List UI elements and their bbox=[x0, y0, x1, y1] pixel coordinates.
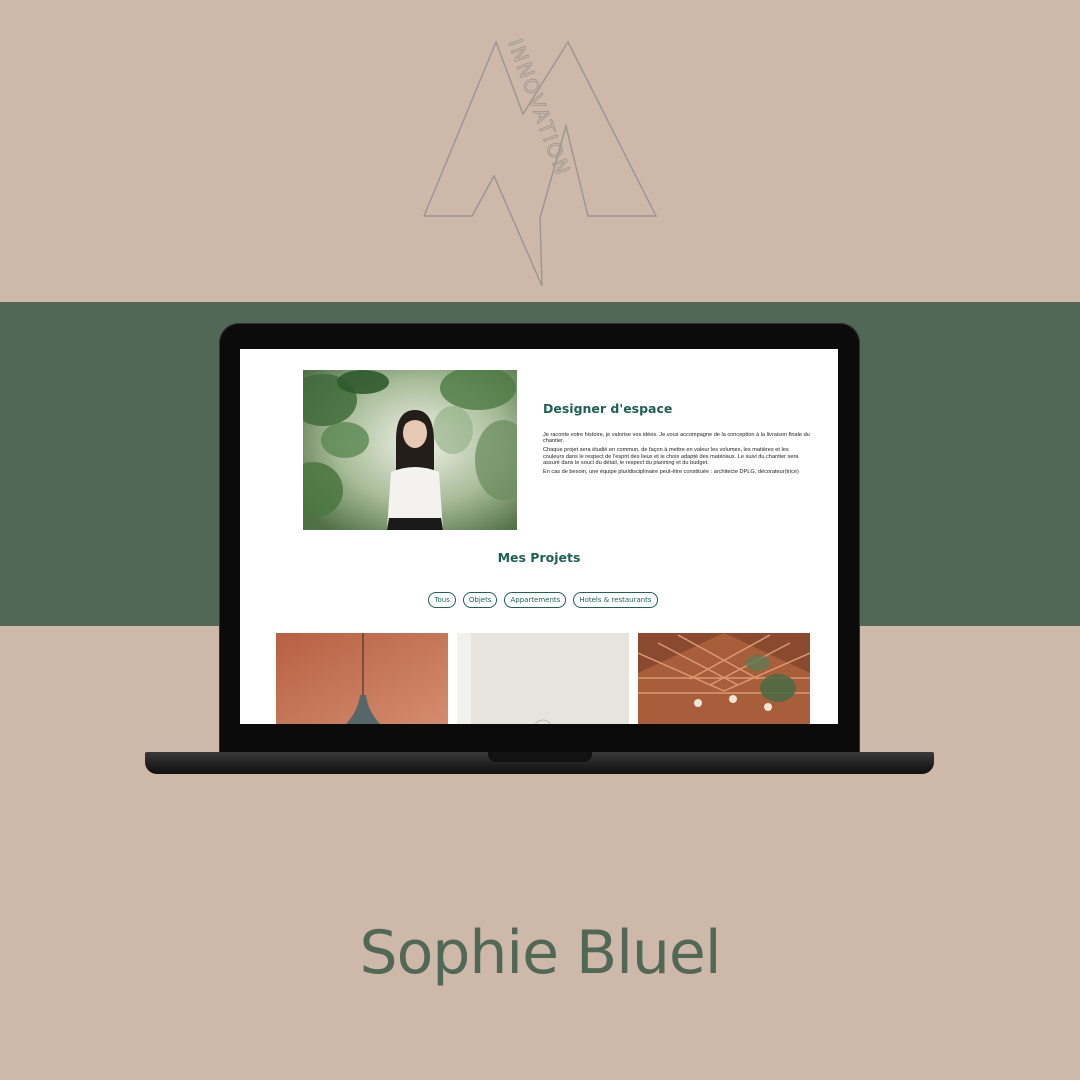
about-paragraph: Chaque projet sera étudié en commun, de … bbox=[543, 447, 799, 466]
about-paragraph: Je raconte votre histoire, je valorise v… bbox=[543, 432, 810, 445]
logo-wordmark: INNOVATION bbox=[503, 36, 575, 180]
innovation-logo: INNOVATION bbox=[423, 36, 658, 287]
project-filters: Tous Objets Appartements Hotels & restau… bbox=[240, 592, 838, 608]
profile-photo bbox=[303, 370, 517, 530]
about-title: Designer d'espace bbox=[543, 401, 673, 416]
about-text: Je raconte votre histoire, je valorise v… bbox=[543, 432, 811, 478]
about-paragraph: En cas de besoin, une équipe pluridiscip… bbox=[543, 469, 799, 476]
filter-hotels-button[interactable]: Hotels & restaurants bbox=[573, 592, 658, 608]
designer-name: Sophie Bluel bbox=[359, 918, 721, 988]
gallery-item-lamp[interactable] bbox=[276, 633, 448, 724]
filter-objects-button[interactable]: Objets bbox=[462, 592, 498, 608]
laptop-screen: Designer d'espace Je raconte votre histo… bbox=[240, 349, 838, 724]
projects-title: Mes Projets bbox=[497, 550, 581, 565]
filter-apartments-button[interactable]: Appartements bbox=[504, 592, 567, 608]
filter-all-button[interactable]: Tous bbox=[428, 592, 456, 608]
gallery-item-restaurant[interactable] bbox=[638, 633, 810, 724]
laptop-notch bbox=[488, 752, 592, 762]
gallery-item-room[interactable] bbox=[457, 633, 629, 724]
